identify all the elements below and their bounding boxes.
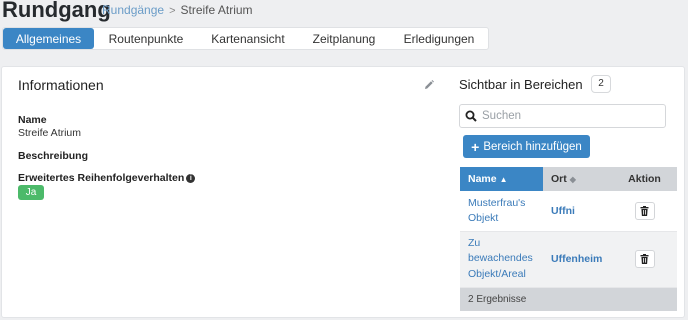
table-row: Musterfrau's Objekt Uffni xyxy=(460,191,677,232)
area-name-link[interactable]: Zu bewachendes Objekt/Areal xyxy=(460,231,543,288)
plus-icon: + xyxy=(471,138,480,155)
search-input[interactable] xyxy=(482,107,662,125)
name-value: Streife Atrium xyxy=(18,127,82,139)
tab-erledigungen[interactable]: Erledigungen xyxy=(390,28,488,49)
add-area-label: Bereich hinzufügen xyxy=(483,140,582,153)
breadcrumb-separator: > xyxy=(169,5,176,17)
area-search-field[interactable] xyxy=(459,104,666,128)
delete-button[interactable] xyxy=(634,250,655,268)
info-icon[interactable]: i xyxy=(186,174,196,183)
breadcrumb-parent-link[interactable]: Rundgänge xyxy=(102,3,164,17)
page-header: Rundgang Rundgänge > Streife Atrium xyxy=(0,0,688,26)
add-area-button[interactable]: + Bereich hinzufügen xyxy=(463,135,590,158)
area-name-link[interactable]: Musterfrau's Objekt xyxy=(460,191,543,232)
column-header-name[interactable]: Name ▲ xyxy=(460,167,543,191)
visibility-section-title: Sichtbar in Bereichen xyxy=(459,77,583,92)
trash-icon xyxy=(640,205,649,216)
visibility-count-badge: 2 xyxy=(591,75,611,93)
result-count: 2 Ergebnisse xyxy=(460,287,677,311)
action-cell xyxy=(612,191,677,232)
tab-zeitplanung[interactable]: Zeitplanung xyxy=(298,28,390,49)
search-icon xyxy=(465,110,477,122)
order-behavior-text: Erweitertes Reihenfolgeverhalten xyxy=(18,172,185,184)
tab-bar: Allgemeines Routenpunkte Kartenansicht Z… xyxy=(2,27,489,50)
content-panel: Informationen Name Streife Atrium Beschr… xyxy=(1,66,685,318)
description-label: Beschreibung xyxy=(18,150,89,162)
tab-kartenansicht[interactable]: Kartenansicht xyxy=(198,28,298,49)
action-cell xyxy=(612,231,677,288)
sort-asc-icon: ▲ xyxy=(499,175,508,184)
breadcrumb: Rundgänge > Streife Atrium xyxy=(102,3,253,17)
page-title: Rundgang xyxy=(2,0,111,22)
areas-table: Name ▲ Ort ◆ Aktion Musterfrau's Objekt Uf… xyxy=(460,167,677,311)
delete-button[interactable] xyxy=(634,201,655,220)
sort-icon: ◆ xyxy=(569,175,576,184)
column-header-aktion: Aktion xyxy=(612,167,677,191)
order-behavior-badge: Ja xyxy=(18,185,44,200)
table-row: Zu bewachendes Objekt/Areal Uffenheim xyxy=(460,231,677,288)
trash-icon xyxy=(640,254,649,264)
tab-allgemeines[interactable]: Allgemeines xyxy=(3,28,94,49)
column-header-ort[interactable]: Ort ◆ xyxy=(543,167,612,191)
area-ort-link[interactable]: Uffni xyxy=(543,191,612,232)
info-section-title: Informationen xyxy=(18,77,104,93)
area-ort-link[interactable]: Uffenheim xyxy=(543,231,612,288)
name-label: Name xyxy=(18,114,47,126)
tab-routenpunkte[interactable]: Routenpunkte xyxy=(94,28,198,49)
table-footer: 2 Ergebnisse xyxy=(460,287,677,311)
breadcrumb-current: Streife Atrium xyxy=(180,3,253,17)
order-behavior-label: Erweitertes Reihenfolgeverhalten i xyxy=(18,172,196,184)
pencil-icon[interactable] xyxy=(423,79,435,91)
